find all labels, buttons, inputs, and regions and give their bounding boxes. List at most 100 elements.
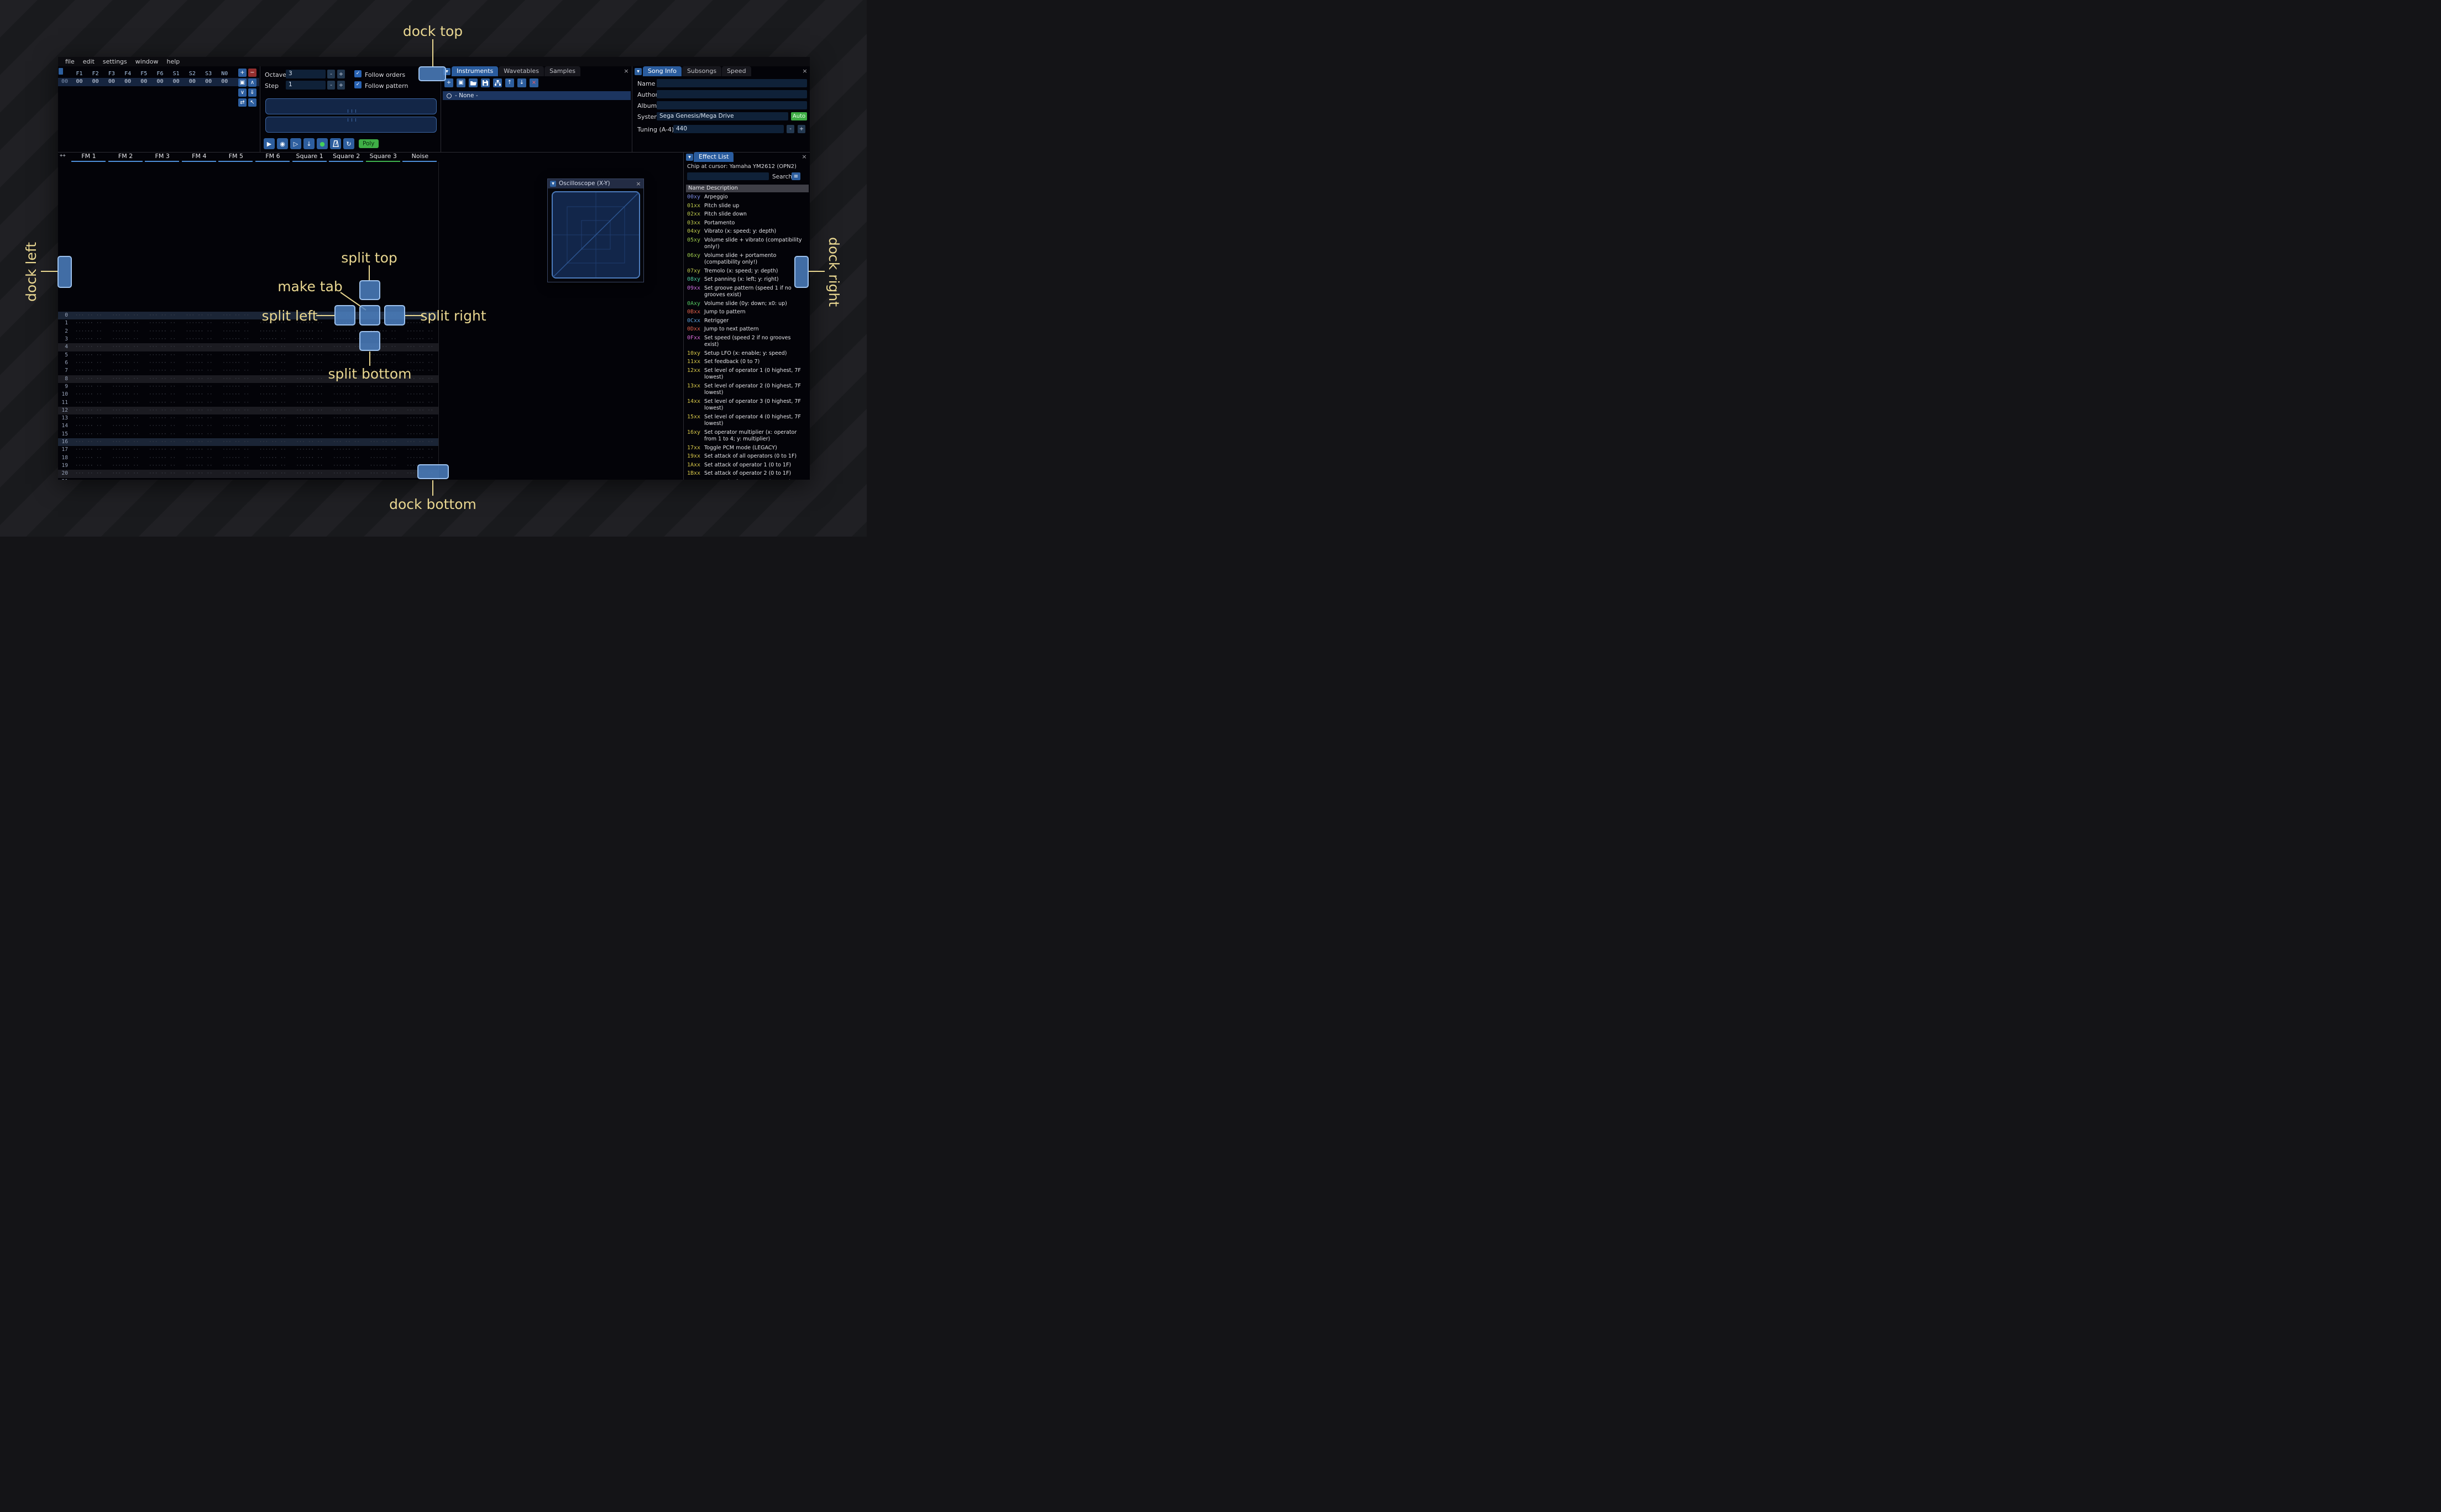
duplicate-order-end-button[interactable]: ⇓	[248, 88, 256, 97]
menu-item-edit[interactable]: edit	[79, 57, 99, 66]
effect-row[interactable]: 12xx Set level of operator 1 (0 highest, …	[685, 367, 809, 382]
pattern-cell[interactable]: ··· ·· ·· ···	[144, 478, 181, 480]
effect-row[interactable]: 16xy Set operator multiplier (x: operator…	[685, 429, 809, 444]
effect-row[interactable]: 0Cxx Retrigger	[685, 317, 809, 326]
tab-effect-list[interactable]: Effect List	[694, 152, 734, 162]
save-instrument-button[interactable]	[481, 78, 490, 87]
tab-subsongs[interactable]: Subsongs	[682, 66, 722, 76]
dock-left-target[interactable]	[57, 256, 72, 288]
oscilloscope-close-icon[interactable]: ×	[635, 180, 642, 187]
pattern-row-16[interactable]: 16 ··· ·· ·· ··· ··· ·· ·· ··· ··· ·· ·· ··…	[58, 438, 438, 453]
pattern-row-4[interactable]: 4 ··· ·· ·· ··· ··· ·· ·· ··· ··· ·· ·· ···…	[58, 343, 438, 358]
tuning-decrement-button[interactable]: -	[787, 125, 794, 133]
repeat-button[interactable]: ↻	[343, 138, 354, 149]
effect-row[interactable]: 1Bxx Set attack of operator 2 (0 to 1F)	[685, 470, 809, 479]
move-order-up-button[interactable]: ∧	[248, 78, 256, 87]
effect-row[interactable]: 04xy Vibrato (x: speed; y: depth)	[685, 228, 809, 237]
pattern-cell[interactable]: ··· ·· ·· ···	[181, 478, 218, 480]
instrument-folders-button[interactable]	[493, 78, 502, 87]
duplicate-instrument-button[interactable]: ▣	[457, 78, 465, 87]
add-order-button[interactable]: +	[238, 69, 247, 77]
pattern-cell[interactable]: ··· ·· ·· ···	[107, 478, 144, 480]
octave-decrement-button[interactable]: -	[327, 70, 335, 78]
pattern-row-19[interactable]: 19 ··· ·· ·· ··· ·· · · · ·· ·· ·· ·· · · · · · ·…	[58, 462, 438, 476]
dock-bottom-target[interactable]	[417, 464, 449, 479]
effect-row[interactable]: 11xx Set feedback (0 to 7)	[685, 358, 809, 367]
follow-orders-checkbox[interactable]: ✓	[354, 70, 362, 77]
instrument-list-item-none[interactable]: - None -	[443, 91, 631, 100]
pattern-cell[interactable]: ··· ·· ·· ···	[365, 478, 402, 480]
effect-row[interactable]: 15xx Set level of operator 4 (0 highest, …	[685, 413, 809, 429]
menu-item-help[interactable]: help	[163, 57, 185, 66]
delete-instrument-button[interactable]: ×	[530, 78, 538, 87]
menu-item-window[interactable]: window	[132, 57, 163, 66]
order-pattern-value[interactable]: 00	[87, 78, 103, 86]
order-pattern-value[interactable]: 00	[71, 78, 87, 86]
effect-row[interactable]: 05xy Volume slide + vibrato (compatibilit…	[685, 237, 809, 252]
tab-wavetables[interactable]: Wavetables	[499, 66, 544, 76]
effect-row[interactable]: 00xy Arpeggio	[685, 193, 809, 202]
split-left-target[interactable]	[334, 305, 355, 326]
system-input[interactable]: Sega Genesis/Mega Drive	[657, 112, 788, 120]
name-input[interactable]	[657, 79, 807, 87]
songinfo-tab-overflow-button[interactable]: ▼	[635, 68, 642, 75]
pattern-row-11[interactable]: 11 ··· ·· ·· ··· ·· · · · ·· ·· ·· ·· · · · · · ·…	[58, 399, 438, 413]
play-pattern-button[interactable]: ◉	[277, 138, 288, 149]
author-input[interactable]	[657, 90, 807, 98]
step-increment-button[interactable]: +	[337, 81, 345, 90]
split-right-target[interactable]	[384, 305, 405, 326]
effect-row[interactable]: 0Axy Volume slide (0y: down; x0: up)	[685, 300, 809, 309]
order-pattern-value[interactable]: 00	[136, 78, 152, 86]
make-tab-target[interactable]	[359, 305, 380, 326]
menu-item-settings[interactable]: settings	[99, 57, 132, 66]
order-pattern-value[interactable]: 00	[103, 78, 119, 86]
instruments-close-icon[interactable]: ×	[623, 67, 630, 75]
order-pattern-value[interactable]: 00	[184, 78, 200, 86]
open-instrument-button[interactable]	[469, 78, 478, 87]
effect-row[interactable]: 0Bxx Jump to pattern	[685, 308, 809, 317]
songinfo-close-icon[interactable]: ×	[802, 67, 808, 75]
step-row-button[interactable]: ↓	[303, 138, 315, 149]
effect-row[interactable]: 13xx Set level of operator 2 (0 highest, …	[685, 382, 809, 398]
tuning-increment-button[interactable]: +	[798, 125, 805, 133]
oscilloscope-collapse-icon[interactable]: ▼	[550, 181, 556, 187]
effect-list-menu-button[interactable]: ≡	[792, 172, 800, 180]
record-button[interactable]: ●	[317, 138, 328, 149]
pattern-row-14[interactable]: 14 ··· ·· ·· ··· ··· ·· ·· ··· ··· ·· ·· ··…	[58, 422, 438, 437]
pattern-row-20[interactable]: 20 ··· ·· ·· ··· ·· · · · ·· ·· ·· ·· · · · · · ·…	[58, 470, 438, 480]
play-button[interactable]: ▶	[264, 138, 275, 149]
tab-instruments[interactable]: Instruments	[452, 66, 499, 76]
move-instrument-up-button[interactable]: ↑	[505, 78, 514, 87]
effect-row[interactable]: 03xx Portamento	[685, 219, 809, 228]
metronome-button[interactable]	[330, 138, 341, 149]
remove-order-button[interactable]: −	[248, 69, 256, 77]
pattern-row-12[interactable]: 12 ··· ·· ·· ··· ··· ·· ·· ··· ··· ·· ·· ··…	[58, 406, 438, 421]
move-instrument-down-button[interactable]: ↓	[517, 78, 526, 87]
move-order-down-button[interactable]: ∨	[238, 88, 247, 97]
effect-row[interactable]: 07xy Tremolo (x: speed; y: depth)	[685, 267, 809, 276]
pattern-row-10[interactable]: 10 ··· ·· ·· ··· ··· ·· ·· ··· ··· ·· ·· ··…	[58, 391, 438, 405]
effect-row[interactable]: 09xx Set groove pattern (speed 1 if no gr…	[685, 285, 809, 300]
pattern-row-21[interactable]: 21··· ·· ·· ······ ·· ·· ······ ·· ·· ··…	[58, 478, 438, 480]
pattern-cell[interactable]: ··· ·· ·· ···	[70, 478, 107, 480]
order-pattern-value[interactable]: 00	[201, 78, 217, 86]
duplicate-order-button[interactable]: ▣	[238, 78, 247, 87]
order-edit-mode-button[interactable]: ↖	[248, 98, 256, 107]
pattern-cell[interactable]: ··· ·· ·· ···	[328, 478, 365, 480]
effectlist-tab-overflow-button[interactable]: ▼	[686, 154, 693, 161]
effect-row[interactable]: 1CxxSet attack of operator 3 (0 to 1F)	[685, 479, 809, 480]
play-from-cursor-button[interactable]: ▷	[290, 138, 301, 149]
pattern-row-9[interactable]: 9 ··· ·· ·· ··· ··· ·· ·· ··· ··· ·· ·· ···…	[58, 383, 438, 397]
pattern-row-18[interactable]: 18 ··· ·· ·· ··· ··· ·· ·· ··· ··· ·· ·· ··…	[58, 454, 438, 469]
effect-row[interactable]: 0Fxx Set speed (speed 2 if no grooves exi…	[685, 334, 809, 350]
follow-pattern-checkbox[interactable]: ✓	[354, 81, 362, 88]
pattern-row-15[interactable]: 15 ··· ·· ·· ··· ·· · · · ·· ·· ·· ·· · · · · · ·…	[58, 431, 438, 445]
effect-row[interactable]: 1Axx Set attack of operator 1 (0 to 1F)	[685, 461, 809, 470]
poly-button[interactable]: Poly	[359, 139, 379, 148]
oscilloscope-window[interactable]: ▼ Oscilloscope (X-Y) ×	[547, 179, 644, 282]
pattern-row-13[interactable]: 13 ··· ·· ·· ··· ··· ·· ·· ··· ··· ·· ·· ··…	[58, 414, 438, 429]
pattern-row-3[interactable]: 3 ··· ·· ·· ··· ·· · · · ·· ·· ·· ·· · · · · · ··…	[58, 335, 438, 350]
split-bottom-target[interactable]	[359, 331, 380, 351]
pattern-row-5[interactable]: 5 ··· ·· ·· ··· ··· ·· ·· ··· ··· ·· ·· ···…	[58, 351, 438, 366]
effect-row[interactable]: 08xy Set panning (x: left; y: right)	[685, 276, 809, 285]
